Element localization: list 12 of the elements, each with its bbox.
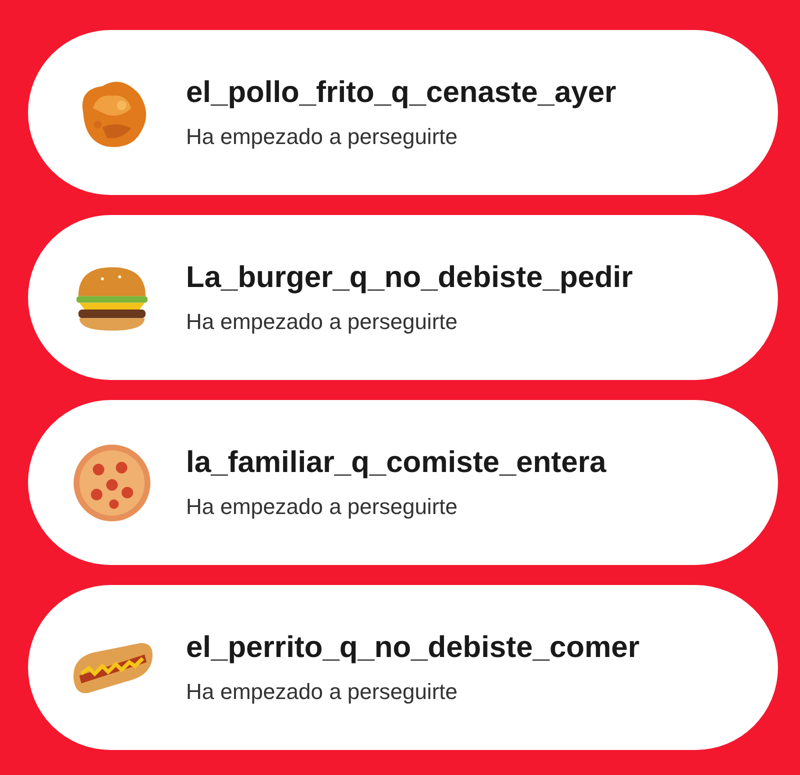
notification-message: Ha empezado a perseguirte bbox=[186, 494, 458, 520]
username[interactable]: la_familiar_q_comiste_entera bbox=[186, 446, 606, 480]
notification-message: Ha empezado a perseguirte bbox=[186, 124, 458, 150]
username[interactable]: el_pollo_frito_q_cenaste_ayer bbox=[186, 76, 616, 110]
notification-card[interactable]: el_pollo_frito_q_cenaste_ayer Ha empezado a perseguirte bbox=[28, 30, 778, 195]
notification-card[interactable]: La_burger_q_no_debiste_pedir Ha empezado a perseguirte bbox=[28, 215, 778, 380]
notification-card[interactable]: el_perrito_q_no_debiste_comer Ha empezado a perseguirte bbox=[28, 585, 778, 750]
notification-message: Ha empezado a perseguirte bbox=[186, 678, 458, 704]
username[interactable]: el_perrito_q_no_debiste_comer bbox=[186, 630, 640, 664]
notification-message: Ha empezado a perseguirte bbox=[186, 308, 458, 334]
username[interactable]: La_burger_q_no_debiste_pedir bbox=[186, 260, 633, 294]
notification-card[interactable]: la_familiar_q_comiste_entera Ha empezado a perseguirte bbox=[28, 400, 778, 565]
